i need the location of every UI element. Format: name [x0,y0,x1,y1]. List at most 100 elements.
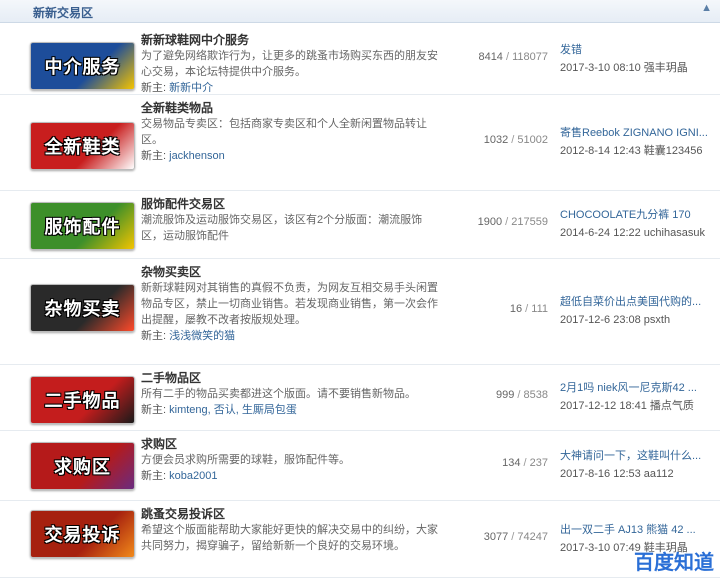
last-post: 发错 2017-3-10 08:10 强丰玥晶 [560,41,718,77]
stats-separator: / [502,51,513,63]
section-title: 新新交易区 [33,6,94,20]
forum-moderator: 新主: 浅浅微笑的猫 [141,328,441,344]
forum-description: 方便会员求购所需要的球鞋，服饰配件等。 [141,454,350,466]
moderator-label: 新主: [141,150,167,162]
forum-name-link[interactable]: 新新球鞋网中介服务 [141,32,441,48]
forum-logo-text: 求购区 [54,457,111,477]
forum-description: 潮流服饰及运动服饰交易区，该区有2个分版面：潮流服饰区，运动服饰配件 [141,214,423,242]
post-count: 74247 [517,530,548,543]
forum-logo[interactable]: 杂物买卖 [30,284,135,332]
thread-count: 3077 [483,530,509,543]
forum-moderator: 新主: koba2001 [141,468,441,484]
last-post: 2月1吗 niek风一尼克斯42 ... 2017-12-12 18:41 播点气… [560,379,718,415]
last-post: 大神请问一下，这鞋叫什么... 2017-8-16 12:53 aa112 [560,447,718,483]
last-post-time: 2012-8-14 12:43 鞋囊123456 [560,145,703,157]
last-post-title-link[interactable]: 大神请问一下，这鞋叫什么... [560,447,718,465]
forum-logo[interactable]: 全新鞋类 [30,122,135,170]
forum-info: 二手物品区 所有二手的物品买卖都进这个版面。请不要销售新物品。 新主: kimten… [141,370,441,418]
moderator-link[interactable]: kimteng, 否认, 生厮局包蛋 [169,404,297,416]
last-post-title-link[interactable]: 超低自菜价出点美国代购的... [560,293,718,311]
moderator-link[interactable]: 浅浅微笑的猫 [169,330,235,342]
forum-stats: 134 / 237 [438,457,548,469]
last-post-title-link[interactable]: CHOCOOLATE九分裤 170 [560,206,718,224]
stats-separator: / [522,303,532,315]
last-post-title-link[interactable]: 2月1吗 niek风一尼克斯42 ... [560,379,718,397]
forum-stats: 3077 / 74247 [438,531,548,543]
forum-stats: 999 / 8538 [438,389,548,401]
forum-logo-text: 服饰配件 [44,217,121,237]
post-count: 118077 [512,51,548,63]
post-count: 8538 [523,389,548,401]
moderator-link[interactable]: koba2001 [169,470,217,482]
forum-row: 交易投诉 跳蚤交易投诉区 希望这个版面能帮助大家能好更快的解决交易中的纠纷，大家共同… [0,500,720,578]
last-post-time: 2017-8-16 12:53 aa112 [560,468,674,480]
stats-separator: / [520,457,530,469]
moderator-link[interactable]: jackhenson [169,150,225,162]
post-count: 237 [529,457,548,469]
forum-row: 二手物品 二手物品区 所有二手的物品买卖都进这个版面。请不要销售新物品。 新主: ki… [0,364,720,431]
last-post-title-link[interactable]: 发错 [560,41,718,59]
forum-moderator: 新主: kimteng, 否认, 生厮局包蛋 [141,402,441,418]
forum-name-link[interactable]: 杂物买卖区 [141,264,441,280]
forum-row: 中介服务 新新球鞋网中介服务 为了避免网络欺诈行为，让更多的跳蚤市场购买东西的朋友安… [0,24,720,95]
post-count: 51002 [517,134,548,146]
stats-separator: / [502,216,512,228]
forum-logo[interactable]: 二手物品 [30,376,135,424]
moderator-label: 新主: [141,470,167,482]
collapse-icon[interactable]: ▲ [701,2,712,14]
forum-name-link[interactable]: 全新鞋类物品 [141,100,441,116]
moderator-label: 新主: [141,82,167,94]
forum-info: 跳蚤交易投诉区希望这个版面能帮助大家能好更快的解决交易中的纠纷，大家共同努力，揭… [141,506,441,554]
forum-description: 新新球鞋网对其销售的真假不负责，为网友互相交易手头闲置物品专区，禁止一切商业销售… [141,282,438,326]
forum-info: 服饰配件交易区潮流服饰及运动服饰交易区，该区有2个分版面：潮流服饰区，运动服饰配… [141,196,441,244]
last-post-title-link[interactable]: 寄售Reebok ZIGNANO IGNI... [560,124,718,142]
forum-name-link[interactable]: 求购区 [141,436,441,452]
forum-info: 新新球鞋网中介服务为了避免网络欺诈行为，让更多的跳蚤市场购买东西的朋友安心交易，… [141,32,441,96]
forum-logo[interactable]: 求购区 [30,442,135,490]
last-post: CHOCOOLATE九分裤 170 2014-6-24 12:22 uchihas… [560,206,718,242]
forum-logo-text: 交易投诉 [44,525,121,545]
watermark: 百度知道 [634,550,714,574]
forum-info: 全新鞋类物品交易物品专卖区：包括商家专卖区和个人全新闲置物品转让区。新主: ja… [141,100,441,164]
last-post-time: 2014-6-24 12:22 uchihasasuk [560,227,705,239]
thread-count: 1032 [483,134,509,146]
forum-logo[interactable]: 服饰配件 [30,202,135,250]
last-post-time: 2017-3-10 08:10 强丰玥晶 [560,62,688,74]
forum-description: 为了避免网络欺诈行为，让更多的跳蚤市场购买东西的朋友安心交易，本论坛特提供中介服… [141,50,438,78]
forum-logo-text: 全新鞋类 [44,137,121,157]
forum-description: 希望这个版面能帮助大家能好更快的解决交易中的纠纷，大家共同努力，揭穿骗子，留给新… [141,524,438,552]
last-post-time: 2017-12-12 18:41 播点气质 [560,400,694,412]
forum-info: 求购区 方便会员求购所需要的球鞋，服饰配件等。 新主: koba2001 [141,436,441,484]
thread-count: 1900 [477,216,503,228]
forum-row: 求购区 求购区 方便会员求购所需要的球鞋，服饰配件等。 新主: koba2001 134… [0,430,720,501]
thread-count: 16 [509,303,523,315]
forum-logo-text: 杂物买卖 [44,299,121,319]
forum-description: 交易物品专卖区：包括商家专卖区和个人全新闲置物品转让区。 [141,118,427,146]
forum-logo-text: 二手物品 [44,391,121,411]
moderator-link[interactable]: 新新中介 [169,82,213,94]
stats-separator: / [514,389,524,401]
last-post-title-link[interactable]: 出一双二手 AJ13 熊猫 42 ... [560,521,718,539]
forum-name-link[interactable]: 二手物品区 [141,370,441,386]
forum-description: 所有二手的物品买卖都进这个版面。请不要销售新物品。 [141,388,416,400]
section-header: 新新交易区 ▲ [0,0,720,23]
forum-stats: 8414 / 118077 [438,51,548,63]
thread-count: 134 [502,457,521,469]
forum-logo[interactable]: 中介服务 [30,42,135,90]
forum-stats: 1900 / 217559 [438,216,548,228]
moderator-label: 新主: [141,404,167,416]
last-post: 超低自菜价出点美国代购的... 2017-12-6 23:08 psxth [560,293,718,329]
forum-row: 服饰配件 服饰配件交易区 潮流服饰及运动服饰交易区，该区有2个分版面：潮流服饰区，运… [0,190,720,259]
forum-row: 杂物买卖 杂物买卖区 新新球鞋网对其销售的真假不负责，为网友互相交易手头闲置物品专区… [0,258,720,365]
forum-logo[interactable]: 交易投诉 [30,510,135,558]
forum-name-link[interactable]: 跳蚤交易投诉区 [141,506,441,522]
forum-name-link[interactable]: 服饰配件交易区 [141,196,441,212]
forum-row: 全新鞋类 全新鞋类物品 交易物品专卖区：包括商家专卖区和个人全新闲置物品转让区。 新主… [0,94,720,191]
thread-count: 8414 [478,51,503,63]
forum-logo-text: 中介服务 [44,57,121,77]
last-post: 寄售Reebok ZIGNANO IGNI... 2012-8-14 12:43 … [560,124,718,160]
forum-stats: 1032 / 51002 [438,134,548,146]
forum-stats: 16 / 111 [438,303,548,315]
thread-count: 999 [495,389,515,401]
forum-info: 杂物买卖区新新球鞋网对其销售的真假不负责，为网友互相交易手头闲置物品专区，禁止一… [141,264,441,344]
